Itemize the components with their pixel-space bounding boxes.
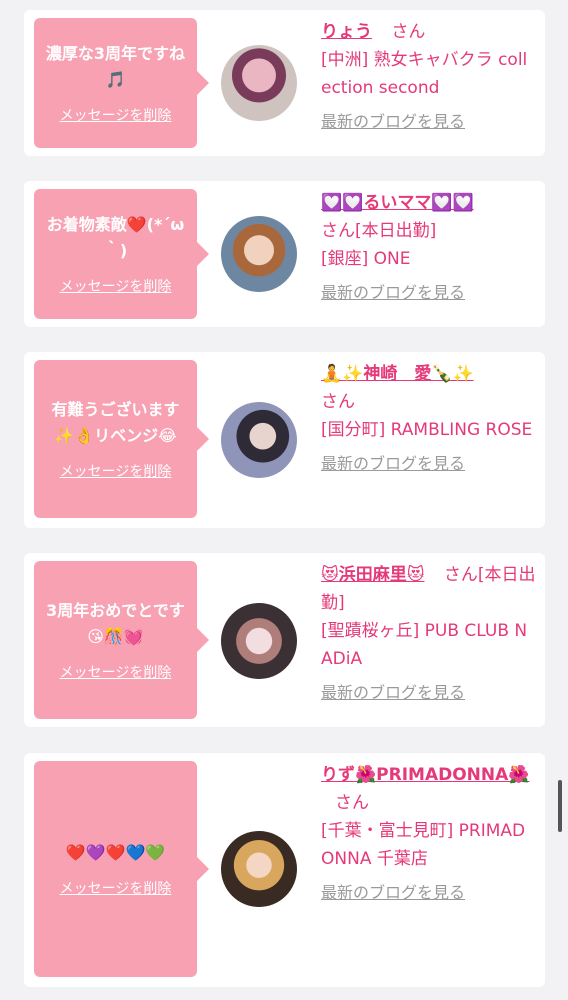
message-card: 3周年おめでとです😘🎊💓 メッセージを削除 😻浜田麻里😻 さん[本日出勤] [聖… bbox=[24, 553, 545, 727]
avatar[interactable] bbox=[221, 831, 297, 907]
cast-info: りず🌺PRIMADONNA🌺 さん [千葉・富士見町] PRIMADONNA 千… bbox=[321, 761, 537, 905]
cast-name-link[interactable]: りょう bbox=[321, 22, 372, 42]
shop-text: [国分町] RAMBLING ROSE bbox=[321, 420, 533, 440]
message-card: 濃厚な3周年ですね🎵 メッセージを削除 りょう さん [中洲] 熟女キャバクラ … bbox=[24, 10, 545, 156]
delete-message-link[interactable]: メッセージを削除 bbox=[60, 105, 172, 125]
message-text: 3周年おめでとです😘🎊💓 bbox=[46, 601, 185, 646]
delete-message-link[interactable]: メッセージを削除 bbox=[60, 878, 172, 898]
cast-info: 🧘✨神崎 愛🍾✨ さん [国分町] RAMBLING ROSE 最新のブログを見… bbox=[321, 360, 537, 476]
blog-link[interactable]: 最新のブログを見る bbox=[321, 881, 537, 905]
message-bubble: お着物素敵❤️(*´ω｀) メッセージを削除 bbox=[34, 189, 209, 319]
cast-name-link[interactable]: 🧘✨神崎 愛🍾✨ bbox=[321, 364, 474, 384]
delete-message-link[interactable]: メッセージを削除 bbox=[60, 461, 172, 481]
delete-message-link[interactable]: メッセージを削除 bbox=[60, 276, 172, 296]
message-bubble: ❤️💜❤️💙💚 メッセージを削除 bbox=[34, 761, 209, 977]
shop-text: [聖蹟桜ヶ丘] PUB CLUB NADiA bbox=[321, 621, 528, 669]
cast-suffix: さん bbox=[335, 793, 369, 813]
message-text: ❤️💜❤️💙💚 bbox=[65, 843, 166, 862]
message-text: 濃厚な3周年ですね🎵 bbox=[45, 44, 186, 89]
message-text: 有難うございます✨👌リベンジ😂 bbox=[51, 400, 180, 445]
scrollbar[interactable] bbox=[558, 780, 562, 832]
delete-message-link[interactable]: メッセージを削除 bbox=[60, 662, 172, 682]
cast-info: りょう さん [中洲] 熟女キャバクラ collection second 最新… bbox=[321, 18, 537, 134]
message-card: ❤️💜❤️💙💚 メッセージを削除 りず🌺PRIMADONNA🌺 さん [千葉・富… bbox=[24, 753, 545, 987]
shop-text: [千葉・富士見町] PRIMADONNA 千葉店 bbox=[321, 821, 526, 869]
avatar[interactable] bbox=[221, 603, 297, 679]
cast-suffix: さん bbox=[321, 392, 355, 412]
cast-name-link[interactable]: りず🌺PRIMADONNA🌺 bbox=[321, 765, 529, 785]
blog-link[interactable]: 最新のブログを見る bbox=[321, 452, 537, 476]
blog-link[interactable]: 最新のブログを見る bbox=[321, 110, 537, 134]
cast-info: 😻浜田麻里😻 さん[本日出勤] [聖蹟桜ヶ丘] PUB CLUB NADiA 最… bbox=[321, 561, 537, 705]
avatar[interactable] bbox=[221, 216, 297, 292]
message-text: お着物素敵❤️(*´ω｀) bbox=[46, 215, 185, 260]
message-bubble: 有難うございます✨👌リベンジ😂 メッセージを削除 bbox=[34, 360, 209, 518]
shop-text: [銀座] ONE bbox=[321, 249, 411, 269]
cast-name-link[interactable]: 💟💟るいママ💟💟 bbox=[321, 193, 474, 213]
cast-info: 💟💟るいママ💟💟 さん[本日出勤] [銀座] ONE 最新のブログを見る bbox=[321, 189, 537, 305]
avatar[interactable] bbox=[221, 402, 297, 478]
shop-text: [中洲] 熟女キャバクラ collection second bbox=[321, 50, 528, 98]
message-bubble: 濃厚な3周年ですね🎵 メッセージを削除 bbox=[34, 18, 209, 148]
cast-name-link[interactable]: 😻浜田麻里😻 bbox=[321, 565, 424, 585]
message-card: 有難うございます✨👌リベンジ😂 メッセージを削除 🧘✨神崎 愛🍾✨ さん [国分… bbox=[24, 352, 545, 528]
blog-link[interactable]: 最新のブログを見る bbox=[321, 681, 537, 705]
message-card: お着物素敵❤️(*´ω｀) メッセージを削除 💟💟るいママ💟💟 さん[本日出勤]… bbox=[24, 181, 545, 327]
cast-suffix: さん bbox=[391, 22, 426, 42]
avatar[interactable] bbox=[221, 45, 297, 121]
message-bubble: 3周年おめでとです😘🎊💓 メッセージを削除 bbox=[34, 561, 209, 719]
cast-suffix: さん[本日出勤] bbox=[321, 221, 437, 241]
blog-link[interactable]: 最新のブログを見る bbox=[321, 281, 537, 305]
